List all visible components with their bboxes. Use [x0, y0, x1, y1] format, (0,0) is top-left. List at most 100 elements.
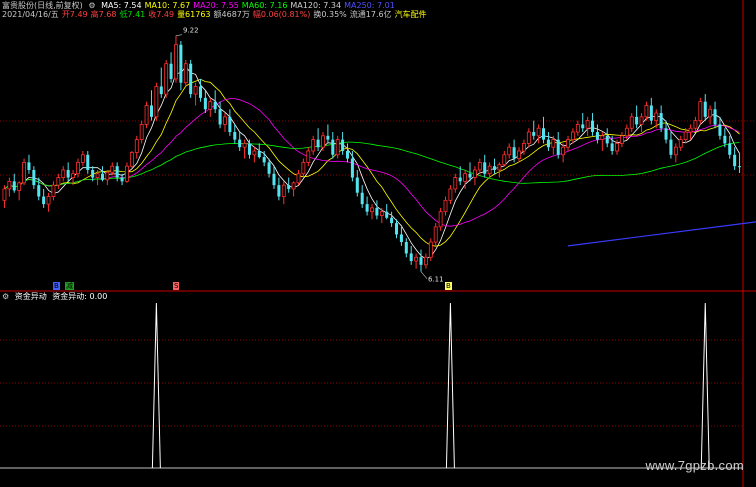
candle-body: [375, 207, 379, 216]
info-item: 开7.49: [61, 10, 88, 19]
candle-body: [179, 44, 183, 83]
candle-body: [105, 171, 110, 181]
sub-panel-value: 资金异动: 0.00: [52, 292, 108, 301]
candle-body: [335, 139, 340, 156]
ma-item: MA10: 7.67: [144, 1, 191, 10]
info-header: 2021/04/16/五 开7.49 高7.68 低7.41 收7.49 量61763 额4…: [2, 10, 430, 20]
candle-body: [556, 139, 560, 155]
candle-body: [233, 132, 237, 140]
candle-body: [561, 146, 566, 156]
info-item: 2021/04/16/五: [2, 10, 59, 19]
candle-body: [144, 105, 149, 125]
annotation-leader: [175, 34, 183, 36]
candle-body: [228, 116, 232, 133]
candle-body: [247, 143, 252, 155]
candle-body: [566, 139, 570, 148]
ma5-line: [4, 66, 740, 260]
info-item: 换0.35%: [313, 10, 347, 19]
candle-body: [733, 154, 737, 167]
sub-panel-title: 资金异动: [14, 292, 47, 301]
candle-body: [600, 135, 605, 141]
candle-body: [125, 165, 129, 182]
candle-body: [419, 257, 423, 265]
info-item: 额4687万: [213, 10, 250, 19]
candle-body: [213, 101, 217, 110]
candle-body: [379, 211, 384, 216]
ma-item: MA20: 7.55: [193, 1, 239, 10]
info-item: 收7.49: [148, 10, 175, 19]
candle-body: [698, 101, 703, 122]
candle-body: [95, 173, 100, 178]
candle-body: [345, 151, 350, 159]
candle-body: [723, 135, 727, 144]
candle-body: [71, 173, 75, 178]
candle-body: [624, 127, 629, 137]
candle-body: [86, 154, 90, 170]
candle-body: [370, 207, 374, 213]
candle-body: [223, 116, 227, 125]
candle-body: [164, 63, 169, 95]
candle-body: [80, 154, 85, 163]
candle-body: [497, 164, 502, 171]
stock-title: 富贵股份(日线,前复权): [2, 1, 83, 10]
candle-body: [507, 146, 512, 156]
candlestick-chart[interactable]: 9.22 6.11: [0, 0, 756, 487]
candle-body: [703, 101, 707, 117]
candle-body: [115, 166, 119, 178]
candle-body: [100, 173, 104, 180]
candle-body: [483, 162, 487, 174]
candle-body: [287, 185, 291, 189]
candle-body: [404, 242, 408, 254]
candle-body: [644, 105, 649, 118]
candle-body: [198, 86, 202, 98]
candle-body: [91, 169, 95, 178]
candle-body: [218, 109, 222, 125]
ma10-line: [4, 78, 740, 247]
sub-spike: [151, 302, 161, 469]
candle-body: [477, 161, 482, 171]
watermark: www.7gpzb.com: [645, 458, 744, 473]
candle-body: [169, 63, 173, 79]
chart-stage[interactable]: 9.22 6.11: [0, 0, 756, 487]
candle-body: [526, 131, 531, 144]
candle-body: [27, 162, 31, 170]
candle-body: [423, 256, 428, 266]
candle-body: [502, 154, 507, 166]
candle-body: [42, 196, 46, 205]
candle-body: [360, 192, 364, 205]
candle-body: [183, 63, 188, 84]
candle-body: [390, 217, 394, 224]
candle-body: [12, 181, 16, 191]
candle-body: [272, 173, 276, 186]
candle-body: [350, 158, 354, 178]
signal-marker: 减: [65, 282, 74, 290]
candle-body: [252, 150, 257, 156]
candle-body: [394, 223, 399, 235]
sub-panel-header: ⚙ 资金异动 资金异动: 0.00: [2, 292, 110, 302]
candle-body: [365, 204, 369, 212]
candle-body: [326, 135, 330, 140]
candle-body: [546, 139, 550, 148]
candle-body: [605, 135, 609, 144]
candle-body: [321, 135, 325, 148]
candle-body: [154, 86, 159, 118]
candle-body: [414, 256, 419, 262]
price-annotation: 6.11: [428, 276, 444, 284]
candle-body: [51, 184, 56, 197]
candle-body: [463, 173, 468, 182]
candle-body: [46, 196, 51, 205]
sub-settings-icon[interactable]: ⚙: [2, 292, 9, 301]
candle-body: [688, 127, 693, 133]
settings-icon[interactable]: ⚙: [88, 1, 95, 10]
candle-body: [448, 188, 453, 201]
candle-body: [66, 169, 70, 178]
ma250-line: [567, 221, 756, 247]
candle-body: [571, 131, 575, 141]
candle-body: [242, 143, 247, 148]
candle-body: [17, 182, 22, 191]
candle-body: [2, 188, 7, 201]
candle-body: [331, 139, 335, 155]
candle-body: [453, 177, 458, 190]
signal-marker: B: [445, 282, 452, 290]
candle-body: [409, 253, 413, 262]
